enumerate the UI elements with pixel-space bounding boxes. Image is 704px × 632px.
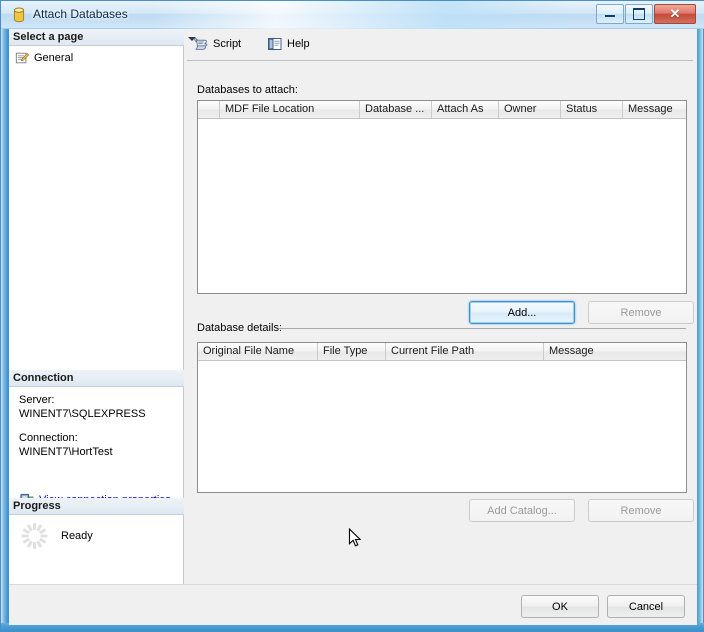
cancel-button-label: Cancel [628,600,664,613]
toolbar: Script Help [185,29,697,59]
progress-status-text: Ready [61,530,93,542]
connection-value: WINENT7\HortTest [19,446,113,458]
connection-info: Server: WINENT7\SQLEXPRESS Connection: W… [19,393,184,459]
attach-column-header-2[interactable]: Database ... [360,101,432,118]
cancel-button[interactable]: Cancel [607,595,685,618]
script-button[interactable]: Script [193,34,241,54]
dialog-client-area: Select a page General Connection Server:… [9,29,697,625]
attach-grid-body[interactable] [198,119,686,293]
ok-button[interactable]: OK [521,595,599,618]
sidebar-item-general[interactable]: General [15,49,73,67]
add-button[interactable]: Add... [469,301,575,324]
database-details-grid[interactable]: Original File Name File Type Current File … [197,342,687,493]
details-grid-body[interactable] [198,361,686,492]
attach-column-header-4[interactable]: Owner [499,101,561,118]
select-a-page-header: Select a page [9,29,184,46]
attach-column-header-1[interactable]: MDF File Location [220,101,360,118]
database-details-label: Database details: [197,322,282,334]
ok-button-label: OK [552,600,568,613]
server-value: WINENT7\SQLEXPRESS [19,408,146,420]
attach-column-header-0[interactable] [198,101,220,118]
help-button[interactable]: Help [267,34,310,54]
close-icon: ✕ [669,6,681,21]
remove-button: Remove [588,301,694,324]
connection-header: Connection [9,370,184,387]
progress-info: Ready [21,523,93,549]
server-label: Server: [19,394,55,406]
main-panel: Script Help Databases to attach: MDF Fil… [185,29,697,584]
details-column-header-1[interactable]: File Type [318,343,386,360]
script-scroll-icon [194,38,208,50]
add-button-label: Add... [507,306,537,319]
page-general-icon [15,52,29,64]
window-frame-left [1,29,9,625]
sidebar-item-general-label: General [34,52,74,64]
databases-to-attach-grid[interactable]: MDF File Location Database ... Attach As Ow… [197,100,687,294]
attach-databases-window: Attach Databases ✕ Select a page General… [0,0,704,632]
close-button[interactable]: ✕ [654,4,696,24]
toolbar-separator [187,60,693,61]
attach-column-header-5[interactable]: Status [561,101,623,118]
databases-to-attach-label: Databases to attach: [197,84,298,96]
add-catalog-button: Add Catalog... [469,499,575,522]
details-remove-button: Remove [588,499,694,522]
sidebar: Select a page General Connection Server:… [9,29,184,584]
minimize-icon [597,5,623,23]
attach-column-header-6[interactable]: Message [623,101,686,118]
details-column-header-2[interactable]: Current File Path [386,343,544,360]
maximize-icon [626,5,652,23]
title-bar[interactable]: Attach Databases ✕ [1,1,704,29]
help-pages-icon [268,38,282,50]
connection-label: Connection: [19,432,78,444]
database-cylinder-icon [13,7,25,23]
progress-spinner-icon [21,523,47,549]
attach-grid-header: MDF File Location Database ... Attach As Ow… [198,101,686,119]
details-column-header-0[interactable]: Original File Name [198,343,318,360]
maximize-button[interactable] [625,4,653,24]
title-bar-glow [151,1,571,29]
details-grid-header: Original File Name File Type Current File … [198,343,686,361]
window-title: Attach Databases [33,7,128,21]
details-remove-button-label: Remove [620,504,662,517]
add-catalog-button-label: Add Catalog... [487,504,557,517]
help-button-label: Help [287,38,310,50]
database-details-rule [278,328,686,329]
script-button-label: Script [213,38,242,50]
details-column-header-3[interactable]: Message [544,343,686,360]
progress-header: Progress [9,498,184,515]
dialog-footer: OK Cancel [9,584,697,625]
remove-button-label: Remove [620,306,662,319]
attach-column-header-3[interactable]: Attach As [432,101,499,118]
minimize-button[interactable] [596,4,624,24]
